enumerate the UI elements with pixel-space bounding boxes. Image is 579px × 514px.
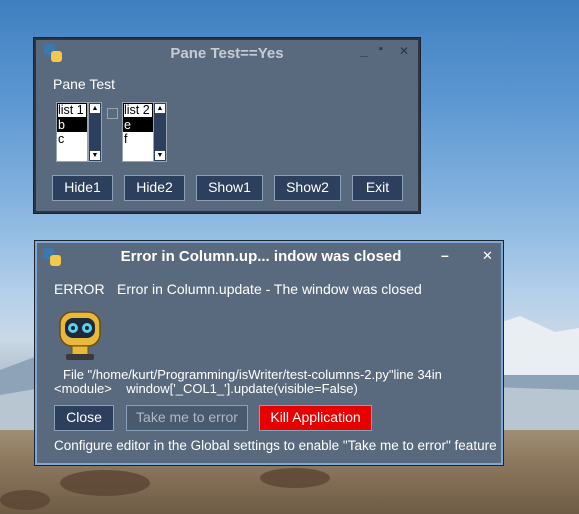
list-item[interactable]: c	[57, 132, 87, 147]
listbox-2-scrollbar[interactable]: ▲ ▼	[153, 102, 167, 162]
listbox-1-scrollbar[interactable]: ▲ ▼	[88, 102, 102, 162]
trace-line-1: File "/home/kurt/Programming/isWriter/te…	[63, 367, 442, 382]
minimize-icon[interactable]: –	[441, 247, 449, 263]
list-item[interactable]: f	[123, 132, 153, 147]
pane-label: Pane Test	[53, 76, 116, 92]
scroll-down-icon[interactable]: ▼	[155, 151, 165, 160]
error-message: Error in Column.update - The window was …	[117, 281, 422, 297]
scroll-down-icon[interactable]: ▼	[90, 151, 100, 160]
close-icon[interactable]: ✕	[482, 248, 493, 264]
window-title: Error in Column.up... indow was closed	[120, 248, 402, 265]
pane-test-titlebar[interactable]: Pane Test==Yes _ ▪ ✕	[36, 40, 418, 66]
error-label: ERROR	[54, 281, 105, 297]
take-me-to-error-button[interactable]: Take me to error	[126, 405, 248, 431]
error-window: Error in Column.up... indow was closed –…	[35, 241, 503, 465]
close-icon[interactable]: ✕	[399, 44, 409, 58]
scroll-up-icon[interactable]: ▲	[90, 104, 100, 113]
shrub	[260, 468, 330, 488]
show1-button[interactable]: Show1	[196, 175, 263, 201]
pane-checkbox[interactable]	[107, 108, 118, 119]
list-item[interactable]: e	[123, 117, 153, 132]
listbox-2[interactable]: list 2 e f	[122, 102, 154, 162]
hide2-button[interactable]: Hide2	[124, 175, 185, 201]
kill-application-button[interactable]: Kill Application	[259, 405, 372, 431]
minimize-icon[interactable]: _	[360, 42, 368, 58]
scroll-up-icon[interactable]: ▲	[155, 104, 165, 113]
exit-button[interactable]: Exit	[352, 175, 403, 201]
maximize-icon[interactable]: ▪	[379, 43, 383, 55]
list-item[interactable]: list 2	[123, 103, 153, 118]
shrub	[0, 490, 50, 510]
footer-note: Configure editor in the Global settings …	[54, 438, 497, 453]
show2-button[interactable]: Show2	[274, 175, 341, 201]
hide1-button[interactable]: Hide1	[52, 175, 113, 201]
pane-test-window: Pane Test==Yes _ ▪ ✕ Pane Test list 1 b …	[34, 38, 420, 213]
list-item[interactable]: list 1	[57, 103, 87, 118]
trace-line-2: <module> window['_COL1_'].update(visible…	[54, 381, 358, 396]
list-item[interactable]: b	[57, 117, 87, 132]
shrub	[60, 470, 150, 496]
error-titlebar[interactable]: Error in Column.up... indow was closed –…	[37, 243, 501, 269]
python-icon	[43, 248, 61, 266]
close-button[interactable]: Close	[54, 405, 114, 431]
listbox-1[interactable]: list 1 b c	[56, 102, 88, 162]
robot-icon	[59, 311, 101, 360]
